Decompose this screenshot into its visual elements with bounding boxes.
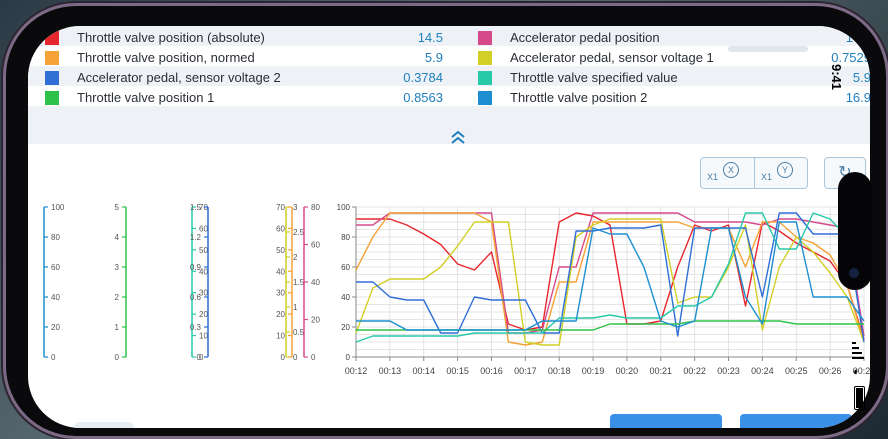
x-tick-label: 00:20 — [616, 366, 639, 376]
x-tick-label: 00:13 — [379, 366, 402, 376]
bottom-tab[interactable] — [74, 422, 134, 428]
series-line-7 — [356, 221, 865, 331]
x-tick-label: 00:18 — [548, 366, 571, 376]
camera-icon — [849, 268, 859, 278]
y-tick-label: 80 — [341, 233, 350, 242]
y-tick-label: 100 — [337, 203, 351, 212]
signal-icon — [852, 342, 864, 362]
y-tick-label: 20 — [341, 323, 350, 332]
x-tick-label: 00:24 — [751, 366, 774, 376]
series-line-6 — [356, 320, 864, 331]
x-tick-label: 00:26 — [819, 366, 842, 376]
x-tick-label: 00:16 — [480, 366, 503, 376]
x-tick-label: 00:23 — [717, 366, 740, 376]
y-tick-label: 40 — [341, 293, 350, 302]
series-line-0 — [356, 212, 865, 340]
battery-icon — [854, 386, 865, 410]
phone-frame: Throttle valve position (absolute) 14.5 Ac… — [6, 6, 886, 436]
y-tick-label: 0 — [346, 353, 351, 362]
bottom-action-button-1[interactable] — [610, 414, 722, 428]
series-line-2 — [355, 212, 865, 346]
x-tick-label: 00:14 — [412, 366, 435, 376]
x-tick-label: 00:25 — [785, 366, 808, 376]
y-tick-label: 60 — [341, 263, 350, 272]
app-screen: Throttle valve position (absolute) 14.5 Ac… — [28, 26, 870, 428]
x-tick-label: 00:17 — [514, 366, 537, 376]
x-tick-label: 00:19 — [582, 366, 605, 376]
x-tick-label: 00:15 — [446, 366, 469, 376]
x-tick-label: 00:12 — [345, 366, 368, 376]
wifi-icon: ◖ — [852, 366, 859, 378]
x-tick-label: 00:21 — [650, 366, 673, 376]
status-time: 9:41 — [829, 64, 844, 91]
x-tick-label: 00:22 — [683, 366, 706, 376]
line-chart[interactable]: 00:12 00:13 00:14 00:15 00:16 00:17 00:18 00:19… — [28, 26, 870, 428]
dynamic-island — [838, 172, 872, 290]
bottom-action-button-2[interactable] — [740, 414, 852, 428]
